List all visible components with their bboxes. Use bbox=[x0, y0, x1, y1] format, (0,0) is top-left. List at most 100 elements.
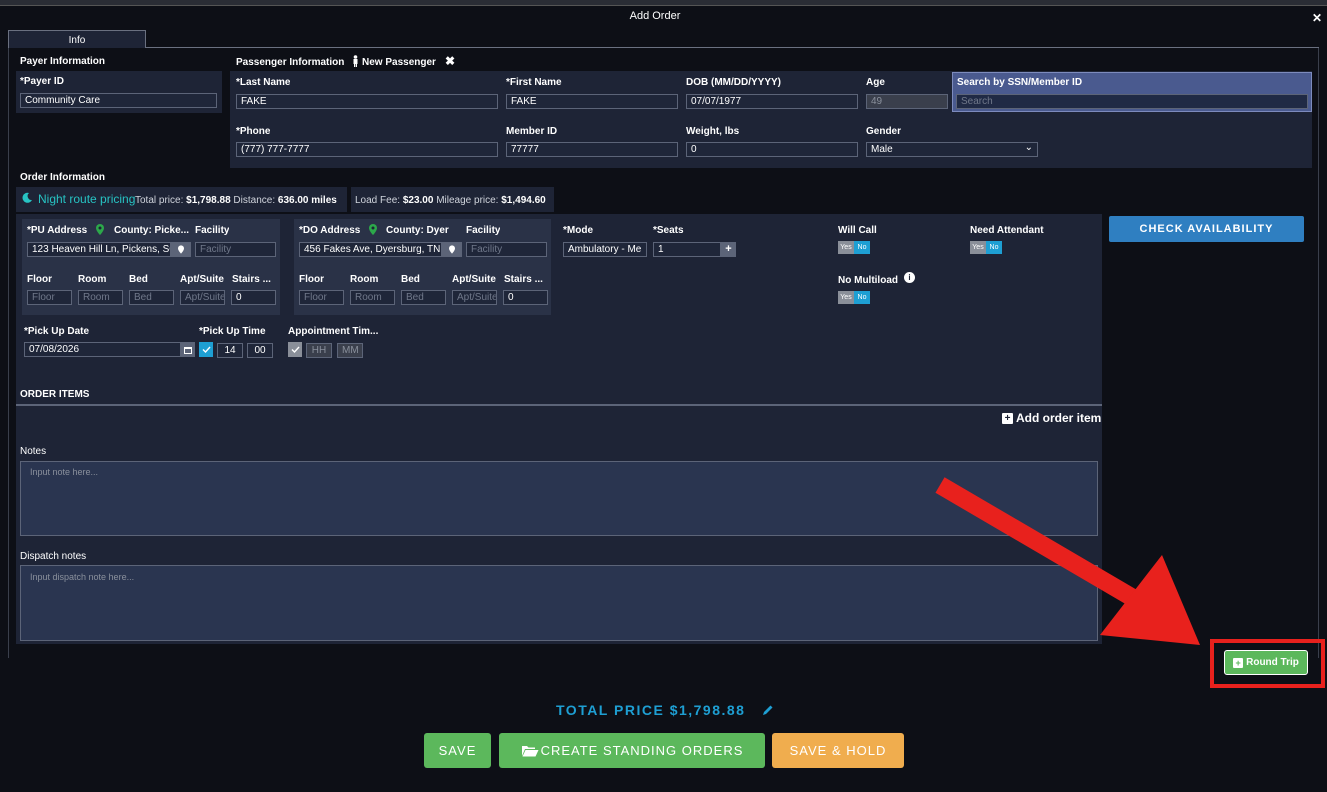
do-stairs-field[interactable]: 0 bbox=[503, 290, 548, 305]
check-availability-button[interactable]: CHECK AVAILABILITY bbox=[1109, 216, 1304, 242]
phone-field[interactable]: (777) 777-7777 bbox=[236, 142, 498, 157]
do-room-field[interactable]: Room bbox=[350, 290, 395, 305]
weight-label: Weight, lbs bbox=[686, 126, 740, 137]
do-map-pin-icon[interactable] bbox=[369, 224, 377, 235]
create-standing-orders-button[interactable]: CREATE STANDING ORDERS bbox=[499, 733, 765, 768]
pu-county: County: Picke... bbox=[114, 225, 190, 236]
window-frame-right bbox=[1318, 48, 1319, 658]
do-bed-field[interactable]: Bed bbox=[401, 290, 446, 305]
need-attendant-label: Need Attendant bbox=[970, 225, 1044, 236]
do-facility-label: Facility bbox=[466, 225, 501, 236]
plus-square-icon: + bbox=[1002, 412, 1013, 424]
total-price-label: Total price: bbox=[135, 195, 184, 206]
pu-address-field[interactable]: 123 Heaven Hill Ln, Pickens, SC bbox=[27, 242, 171, 257]
do-bed-label: Bed bbox=[401, 274, 420, 285]
last-name-field[interactable]: FAKE bbox=[236, 94, 498, 109]
pickup-minute-field[interactable]: 00 bbox=[247, 343, 273, 358]
pickup-hour-field[interactable]: 14 bbox=[217, 343, 243, 358]
gender-label: Gender bbox=[866, 126, 902, 137]
notes-label: Notes bbox=[20, 446, 47, 457]
appointment-check-icon bbox=[291, 346, 300, 353]
new-passenger-link[interactable]: New Passenger bbox=[362, 57, 436, 68]
pu-apt-field[interactable]: Apt/Suite bbox=[180, 290, 225, 305]
pu-facility-field[interactable]: Facility bbox=[195, 242, 276, 257]
pu-facility-label: Facility bbox=[195, 225, 230, 236]
first-name-field[interactable]: FAKE bbox=[506, 94, 678, 109]
gender-select[interactable]: Male ⌄ bbox=[866, 142, 1038, 157]
appointment-time-label: Appointment Tim... bbox=[288, 326, 379, 337]
pu-bed-field[interactable]: Bed bbox=[129, 290, 174, 305]
moon-icon bbox=[21, 192, 33, 204]
round-trip-button[interactable]: + Round Trip bbox=[1224, 650, 1308, 675]
do-floor-field[interactable]: Floor bbox=[299, 290, 344, 305]
do-address-label: *DO Address bbox=[299, 225, 361, 236]
member-id-field[interactable]: 77777 bbox=[506, 142, 678, 157]
do-apt-field[interactable]: Apt/Suite bbox=[452, 290, 497, 305]
gender-value: Male bbox=[871, 144, 893, 155]
do-apt-label: Apt/Suite bbox=[452, 274, 496, 285]
do-locate-button[interactable] bbox=[442, 242, 462, 257]
mode-select[interactable]: Ambulatory - Me bbox=[563, 242, 647, 257]
pickup-time-checkbox[interactable] bbox=[199, 342, 213, 357]
add-order-item-button[interactable]: + Add order item bbox=[1002, 411, 1101, 425]
person-icon[interactable] bbox=[352, 55, 359, 67]
appointment-hour-field[interactable]: HH bbox=[306, 343, 332, 358]
price-summary: Total price: $1,798.88 Distance: 636.00 … bbox=[135, 195, 337, 206]
appointment-minute-field[interactable]: MM bbox=[337, 343, 363, 358]
need-attendant-toggle[interactable]: Yes No bbox=[970, 241, 1002, 254]
save-and-hold-button[interactable]: SAVE & HOLD bbox=[772, 733, 904, 768]
do-address-field[interactable]: 456 Fakes Ave, Dyersburg, TN bbox=[299, 242, 442, 257]
pencil-icon[interactable] bbox=[762, 704, 774, 716]
age-label: Age bbox=[866, 77, 885, 88]
pu-locate-button[interactable] bbox=[171, 242, 191, 257]
ssn-search-input[interactable]: Search bbox=[956, 94, 1308, 109]
pickup-date-field[interactable]: 07/08/2026 bbox=[24, 342, 181, 357]
no-multiload-no: No bbox=[854, 291, 870, 304]
info-icon[interactable]: i bbox=[904, 272, 915, 283]
payer-id-label: *Payer ID bbox=[20, 76, 64, 87]
pu-stairs-field[interactable]: 0 bbox=[231, 290, 276, 305]
no-multiload-toggle[interactable]: Yes No bbox=[838, 291, 870, 304]
pu-floor-field[interactable]: Floor bbox=[27, 290, 72, 305]
member-id-label: Member ID bbox=[506, 126, 558, 137]
pu-room-field[interactable]: Room bbox=[78, 290, 123, 305]
pu-floor-label: Floor bbox=[27, 274, 52, 285]
order-items-divider bbox=[16, 404, 1102, 406]
weight-field[interactable]: 0 bbox=[686, 142, 858, 157]
pickup-time-label: *Pick Up Time bbox=[199, 326, 266, 337]
seats-plus-button[interactable]: + bbox=[721, 242, 736, 257]
payer-id-field[interactable]: Community Care bbox=[20, 93, 217, 108]
will-call-no: No bbox=[854, 241, 870, 254]
distance-value: 636.00 miles bbox=[277, 195, 337, 206]
distance-label: Distance: bbox=[233, 195, 276, 206]
seats-label: *Seats bbox=[653, 225, 684, 236]
add-order-item-label: Add order item bbox=[1016, 411, 1102, 425]
do-county: County: Dyer bbox=[386, 225, 449, 236]
annotation-arrow bbox=[935, 477, 1200, 645]
close-icon[interactable]: ✕ bbox=[1312, 11, 1322, 25]
clear-passenger-icon[interactable]: ✖ bbox=[445, 54, 455, 68]
ssn-search-label: Search by SSN/Member ID bbox=[957, 77, 1083, 88]
total-price-value: $1,798.88 bbox=[186, 195, 231, 206]
passenger-section-title: Passenger Information bbox=[236, 57, 345, 68]
tab-info[interactable]: Info bbox=[8, 30, 146, 48]
pu-room-label: Room bbox=[78, 274, 107, 285]
do-facility-field[interactable]: Facility bbox=[466, 242, 547, 257]
calendar-icon[interactable] bbox=[181, 342, 195, 357]
total-price-display-label: TOTAL PRICE bbox=[556, 702, 665, 718]
appointment-checkbox[interactable] bbox=[288, 342, 302, 357]
pu-map-pin-icon[interactable] bbox=[96, 224, 104, 235]
load-fee-label: Load Fee: bbox=[355, 195, 401, 206]
dob-field[interactable]: 07/07/1977 bbox=[686, 94, 858, 109]
pu-bed-label: Bed bbox=[129, 274, 148, 285]
pu-stairs-label: Stairs ... bbox=[232, 274, 271, 285]
do-floor-label: Floor bbox=[299, 274, 324, 285]
window-frame-left bbox=[8, 48, 9, 658]
do-locate-pin-icon bbox=[449, 245, 455, 254]
round-trip-plus-icon: + bbox=[1233, 657, 1244, 668]
mileage-label: Mileage price: bbox=[436, 195, 499, 206]
will-call-toggle[interactable]: Yes No bbox=[838, 241, 870, 254]
save-button[interactable]: SAVE bbox=[424, 733, 491, 768]
seats-field[interactable]: 1 bbox=[653, 242, 721, 257]
load-fee-value: $23.00 bbox=[402, 195, 434, 206]
